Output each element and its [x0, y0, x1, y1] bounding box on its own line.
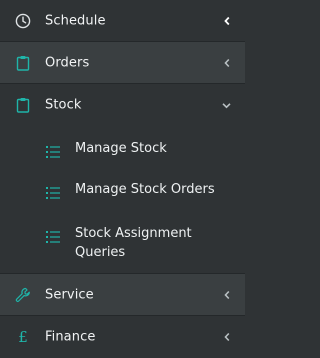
chevron-left-icon[interactable] — [222, 332, 231, 342]
chevron-left-icon[interactable] — [222, 290, 231, 299]
submenu-item-manage-stock-orders[interactable]: Manage Stock Orders — [0, 170, 245, 212]
list-icon — [46, 143, 60, 158]
sidebar-menu: Schedule Orders Stock Manage Stock Manag… — [0, 0, 245, 358]
submenu-item-label: Manage Stock Orders — [75, 182, 215, 197]
sidebar-item-label: Schedule — [45, 13, 106, 28]
sidebar-item-label: Stock — [45, 97, 82, 113]
wrench-icon — [14, 286, 32, 304]
chevron-left-icon[interactable] — [222, 58, 231, 67]
sidebar-item-finance[interactable]: £ Finance — [0, 316, 245, 358]
submenu-item-stock-assignment-queries[interactable]: Stock Assignment Queries — [0, 214, 245, 270]
sidebar-item-stock[interactable]: Stock — [0, 84, 245, 126]
submenu-item-label: Stock Assignment Queries — [75, 226, 192, 260]
sidebar-item-label: Orders — [45, 55, 90, 70]
sidebar-item-label: Service — [45, 287, 94, 302]
chevron-left-icon[interactable] — [222, 16, 231, 25]
submenu-item-manage-stock[interactable]: Manage Stock — [0, 128, 245, 170]
sidebar-item-service[interactable]: Service — [0, 274, 245, 315]
chevron-down-icon[interactable] — [222, 101, 231, 110]
list-icon — [46, 184, 60, 199]
clipboard-icon — [14, 54, 32, 72]
sidebar-item-schedule[interactable]: Schedule — [0, 0, 245, 41]
sidebar-item-orders[interactable]: Orders — [0, 42, 245, 83]
sidebar-item-label: Finance — [45, 329, 96, 345]
pound-icon: £ — [18, 328, 28, 346]
list-icon — [46, 228, 60, 243]
submenu-item-label: Manage Stock — [75, 141, 167, 156]
clipboard-icon — [14, 96, 32, 114]
clock-icon — [14, 12, 32, 30]
